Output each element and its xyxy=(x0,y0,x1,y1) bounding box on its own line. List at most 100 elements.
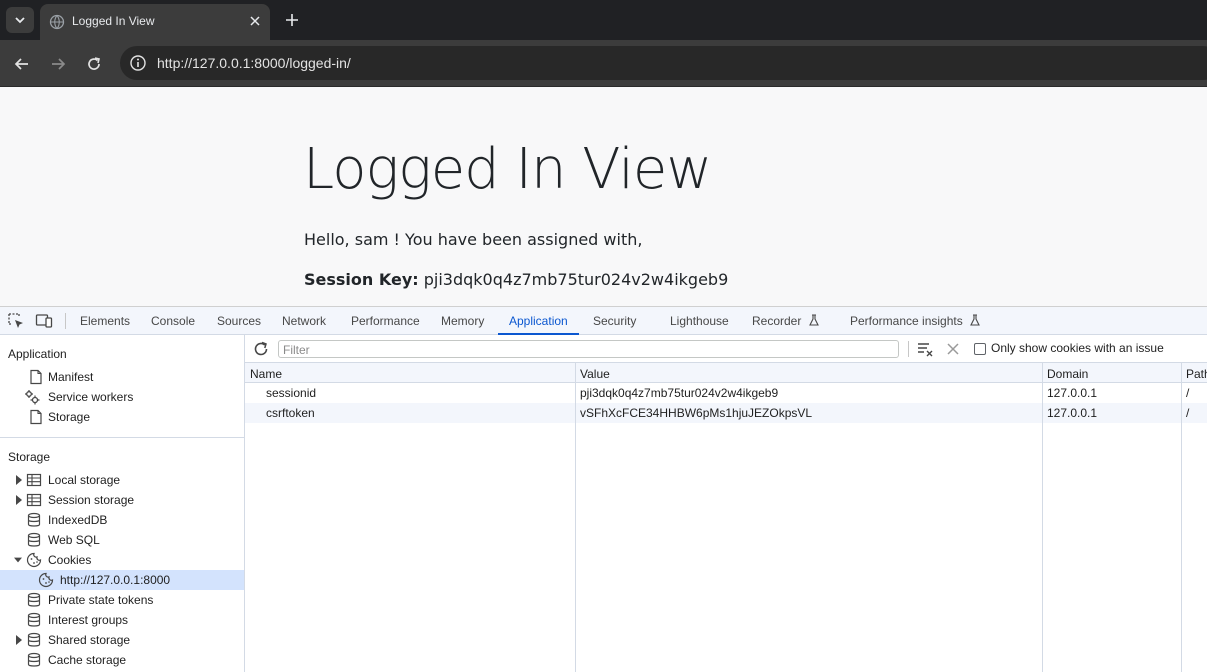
cookies-toolbar: Filter Only show cookies with an issue xyxy=(245,335,1207,363)
column-header-path[interactable]: Path xyxy=(1186,367,1207,381)
sidebar-item-label: Cookies xyxy=(48,553,92,567)
address-bar[interactable]: http://127.0.0.1:8000/logged-in/ xyxy=(120,46,1207,80)
refresh-icon[interactable] xyxy=(252,340,270,358)
delete-selected-icon[interactable] xyxy=(944,340,962,358)
session-key-label: Session Key: xyxy=(304,270,419,289)
sidebar-item-label: http://127.0.0.1:8000 xyxy=(60,573,171,587)
globe-icon xyxy=(49,14,65,30)
inspect-element-icon[interactable] xyxy=(7,312,25,330)
caret-right-icon[interactable] xyxy=(15,495,23,505)
sidebar-item-label: Cache storage xyxy=(48,653,127,667)
sidebar-item-cookies[interactable]: Cookies xyxy=(0,550,244,570)
device-toolbar-icon[interactable] xyxy=(35,312,53,330)
column-header-domain[interactable]: Domain xyxy=(1047,367,1088,381)
sidebar-item-shared-storage[interactable]: Shared storage xyxy=(0,630,244,650)
tab-performance-insights[interactable]: Performance insights xyxy=(850,307,981,335)
column-header-name[interactable]: Name xyxy=(250,367,282,381)
page-title: Logged In View xyxy=(303,137,712,202)
column-divider[interactable] xyxy=(1181,363,1182,672)
sidebar-item-storage[interactable]: Storage xyxy=(0,407,244,427)
arrow-right-icon xyxy=(52,58,66,70)
sidebar-item-private-state-tokens[interactable]: Private state tokens xyxy=(0,590,244,610)
tab-title: Logged In View xyxy=(72,14,155,28)
only-issues-label[interactable]: Only show cookies with an issue xyxy=(991,341,1164,355)
tab-sources[interactable]: Sources xyxy=(217,307,261,335)
url-text[interactable]: http://127.0.0.1:8000/logged-in/ xyxy=(157,55,351,71)
cookie-icon xyxy=(38,572,54,588)
cookies-panel: Filter Only show cookies with an issue N… xyxy=(245,335,1207,672)
tab-elements[interactable]: Elements xyxy=(80,307,130,335)
column-divider[interactable] xyxy=(575,363,576,672)
tab-memory[interactable]: Memory xyxy=(441,307,484,335)
chevron-down-icon xyxy=(15,17,25,24)
cookie-path-cell: / xyxy=(1186,386,1190,400)
column-divider[interactable] xyxy=(1042,363,1043,672)
cookie-path-cell: / xyxy=(1186,406,1190,420)
sidebar-item-indexeddb[interactable]: IndexedDB xyxy=(0,510,244,530)
database-icon xyxy=(27,532,41,547)
sidebar-item-label: IndexedDB xyxy=(48,513,108,527)
gears-icon xyxy=(25,390,40,405)
tab-recorder-label: Recorder xyxy=(752,314,802,328)
database-icon xyxy=(27,652,41,667)
tab-console[interactable]: Console xyxy=(151,307,195,335)
reload-button[interactable] xyxy=(82,52,106,76)
cookie-value-cell: pji3dqk0q4z7mb75tur024v2w4ikgeb9 xyxy=(580,386,779,400)
reload-icon xyxy=(88,57,100,70)
plus-icon xyxy=(286,14,298,26)
browser-tab[interactable]: Logged In View xyxy=(40,4,270,40)
caret-right-icon[interactable] xyxy=(15,475,23,485)
sidebar-item-label: Interest groups xyxy=(48,613,129,627)
tab-network[interactable]: Network xyxy=(282,307,326,335)
cookie-icon xyxy=(26,552,42,568)
close-icon xyxy=(250,16,260,26)
forward-button[interactable] xyxy=(46,52,70,76)
sidebar-item-local-storage[interactable]: Local storage xyxy=(0,470,244,490)
tab-strip: Logged In View xyxy=(0,0,1207,40)
tab-lighthouse[interactable]: Lighthouse xyxy=(670,307,729,335)
table-row[interactable]: csrftoken vSFhXcFCE34HHBW6pMs1hjuJEZOkps… xyxy=(245,403,1207,423)
sidebar-item-session-storage[interactable]: Session storage xyxy=(0,490,244,510)
sidebar-item-service-workers[interactable]: Service workers xyxy=(0,387,244,407)
tab-close-button[interactable] xyxy=(247,13,263,29)
only-issues-checkbox[interactable] xyxy=(974,343,986,355)
browser-toolbar: http://127.0.0.1:8000/logged-in/ xyxy=(0,40,1207,87)
section-storage-header: Storage xyxy=(8,450,51,464)
session-key-line: Session Key: pji3dqk0q4z7mb75tur024v2w4i… xyxy=(304,270,728,289)
caret-right-icon[interactable] xyxy=(15,635,23,645)
arrow-left-icon xyxy=(14,58,28,70)
database-icon xyxy=(27,612,41,627)
back-button[interactable] xyxy=(10,52,34,76)
sidebar-item-interest-groups[interactable]: Interest groups xyxy=(0,610,244,630)
table-header: Name Value Domain Path xyxy=(245,363,1207,383)
info-icon[interactable] xyxy=(129,54,147,72)
sidebar-item-label: Local storage xyxy=(48,473,121,487)
caret-down-icon[interactable] xyxy=(14,555,22,565)
sidebar-item-cookie-origin[interactable]: http://127.0.0.1:8000 xyxy=(0,570,244,590)
new-tab-button[interactable] xyxy=(282,10,302,30)
devtools-panel: Elements Console Sources Network Perform… xyxy=(0,306,1207,672)
cookie-name-cell: sessionid xyxy=(266,386,317,400)
tab-search-button[interactable] xyxy=(6,7,34,33)
sidebar-item-cache-storage[interactable]: Cache storage xyxy=(0,650,244,670)
toolbar-divider xyxy=(65,313,66,329)
table-row[interactable]: sessionid pji3dqk0q4z7mb75tur024v2w4ikge… xyxy=(245,383,1207,403)
experiment-flask-icon xyxy=(970,314,980,326)
sidebar-item-web-sql[interactable]: Web SQL xyxy=(0,530,244,550)
cookie-name-cell: csrftoken xyxy=(266,406,315,420)
sidebar-item-label: Private state tokens xyxy=(48,593,154,607)
sidebar-item-label: Manifest xyxy=(48,370,94,384)
experiment-flask-icon xyxy=(808,314,819,326)
section-application-header: Application xyxy=(8,347,67,361)
application-sidebar: Application Manifest Service workers Sto… xyxy=(0,335,245,672)
sidebar-item-manifest[interactable]: Manifest xyxy=(0,367,244,387)
sidebar-item-label: Web SQL xyxy=(48,533,100,547)
tab-recorder[interactable]: Recorder xyxy=(752,307,820,335)
clear-all-icon[interactable] xyxy=(916,340,934,358)
tab-application[interactable]: Application xyxy=(498,307,579,335)
database-icon xyxy=(27,632,41,647)
tab-performance[interactable]: Performance xyxy=(351,307,420,335)
tab-security[interactable]: Security xyxy=(593,307,636,335)
cookie-filter-input[interactable]: Filter xyxy=(278,340,899,358)
column-header-value[interactable]: Value xyxy=(580,367,610,381)
